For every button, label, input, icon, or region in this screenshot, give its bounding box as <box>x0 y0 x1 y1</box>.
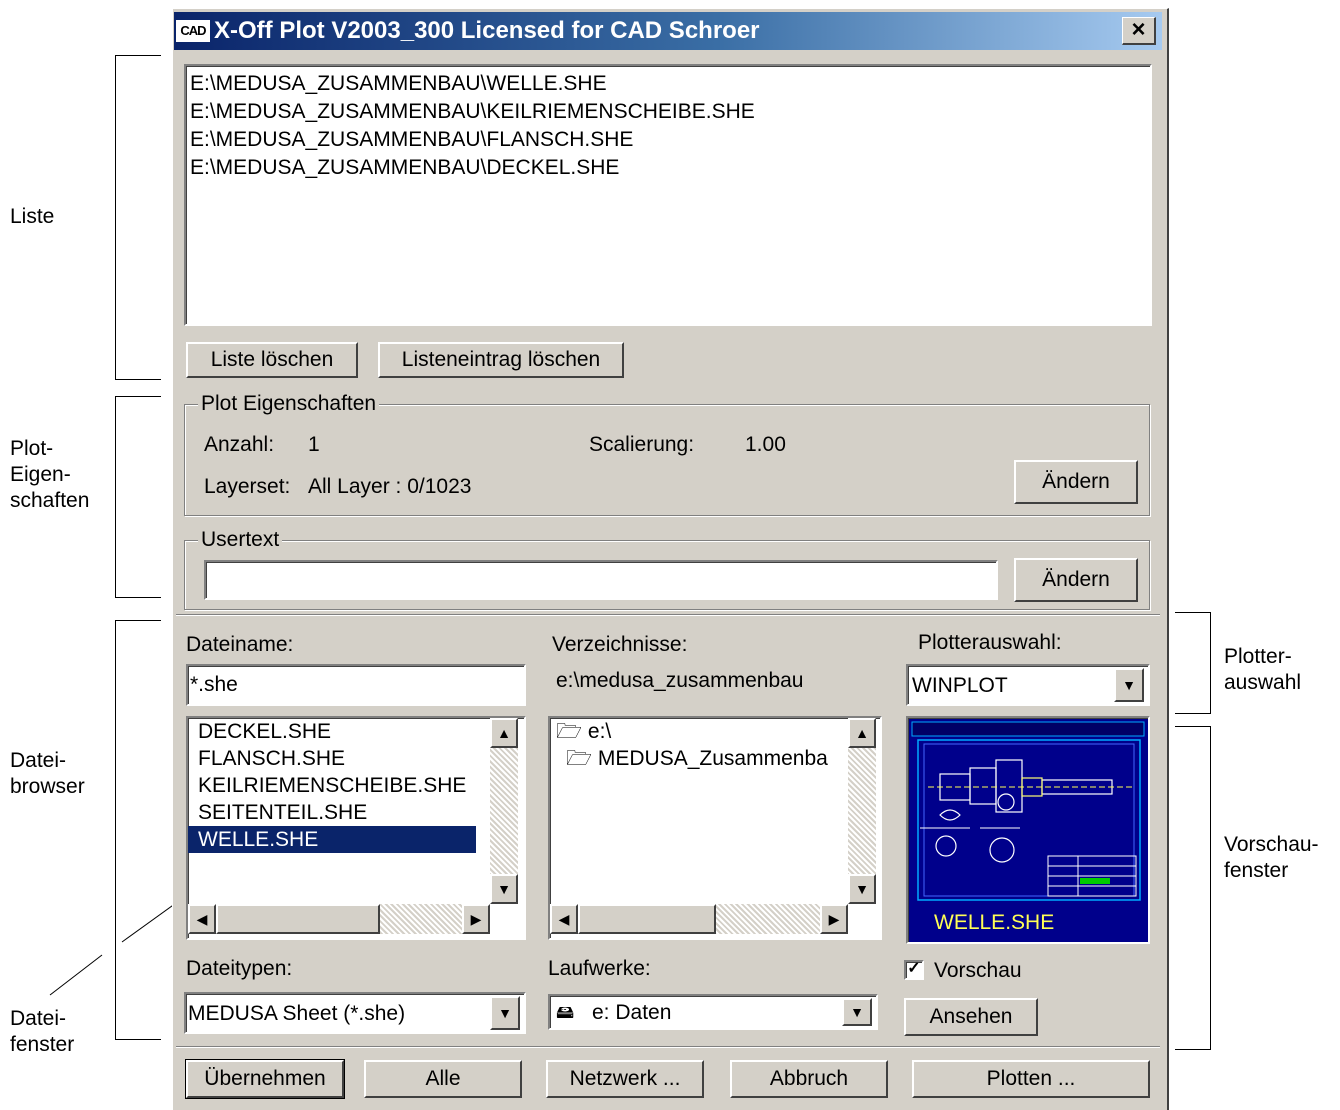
directory-list-hscroll-thumb[interactable] <box>578 904 716 934</box>
filetypes-select[interactable]: MEDUSA Sheet (*.she) ▼ <box>184 992 526 1034</box>
chevron-down-icon[interactable]: ▼ <box>1114 668 1144 702</box>
directory-list[interactable]: 🗁 e:\ 🗁 MEDUSA_Zusammenba ▲ ▼ ◀ ▶ <box>548 716 882 940</box>
plot-properties-group-label: Plot Eigenschaften <box>198 392 380 416</box>
app-icon: CAD <box>176 20 210 42</box>
directory-list-scroll-up[interactable]: ▲ <box>848 718 876 748</box>
separator <box>176 1046 1160 1048</box>
scaling-label: Scalierung: <box>589 433 695 456</box>
title-bar[interactable]: CAD X-Off Plot V2003_300 Licensed for CA… <box>174 12 1162 50</box>
file-list-scroll-right[interactable]: ▶ <box>462 904 490 934</box>
network-button[interactable]: Netzwerk ... <box>546 1060 704 1098</box>
annotation-liste: Liste <box>10 205 55 228</box>
file-item[interactable]: KEILRIEMENSCHEIBE.SHE <box>188 772 524 799</box>
file-list[interactable]: DECKEL.SHE FLANSCH.SHE KEILRIEMENSCHEIBE… <box>186 716 526 940</box>
list-item[interactable]: E:\MEDUSA_ZUSAMMENBAU\FLANSCH.SHE <box>186 126 1150 154</box>
file-list-scroll-up[interactable]: ▲ <box>490 718 518 748</box>
annotation-plot-eigenschaften: Plot- Eigen- schaften <box>10 437 90 512</box>
layerset-label: Layerset: <box>204 475 291 498</box>
close-button[interactable]: × <box>1122 17 1156 45</box>
plotter-select-value: WINPLOT <box>912 674 1008 697</box>
chevron-down-icon[interactable]: ▼ <box>842 998 872 1026</box>
directories-label: Verzeichnisse: <box>552 633 688 656</box>
plotter-select[interactable]: WINPLOT ▼ <box>906 664 1150 706</box>
file-list-hscroll-thumb[interactable] <box>216 904 380 934</box>
bracket-plotterauswahl <box>1175 612 1211 714</box>
drives-select[interactable]: 🖴 e: Daten ▼ <box>548 994 878 1030</box>
filetypes-label: Dateitypen: <box>186 957 293 980</box>
anzahl-value: 1 <box>308 433 320 456</box>
filename-input[interactable]: *.she <box>186 664 526 706</box>
drive-icon: 🖴 <box>556 1002 575 1022</box>
directory-list-scroll-down[interactable]: ▼ <box>848 874 876 904</box>
dir-item-label: MEDUSA_Zusammenba <box>597 747 828 770</box>
annotation-dateifenster: Datei- fenster <box>10 1007 75 1056</box>
separator <box>176 614 1160 616</box>
layerset-value: All Layer : 0/1023 <box>308 475 472 498</box>
annotation-plotterauswahl: Plotter- auswahl <box>1224 645 1302 694</box>
list-item[interactable]: E:\MEDUSA_ZUSAMMENBAU\KEILRIEMENSCHEIBE.… <box>186 98 1150 126</box>
scaling-value: 1.00 <box>745 433 786 456</box>
filename-label: Dateiname: <box>186 633 294 656</box>
preview-window: WELLE.SHE <box>906 716 1150 944</box>
current-directory: e:\medusa_zusammenbau <box>556 669 804 692</box>
bracket-vorschaufenster <box>1175 726 1211 1050</box>
plotter-label: Plotterauswahl: <box>918 631 1062 654</box>
preview-checkbox[interactable]: ✓ <box>904 960 924 980</box>
clear-list-button[interactable]: Liste löschen <box>186 342 358 378</box>
open-folder-icon: 🗁 <box>566 747 593 770</box>
preview-caption: WELLE.SHE <box>934 911 1055 934</box>
usertext-input[interactable] <box>204 560 998 600</box>
list-item[interactable]: E:\MEDUSA_ZUSAMMENBAU\DECKEL.SHE <box>186 154 1150 182</box>
delete-entry-button[interactable]: Listeneintrag löschen <box>378 342 624 378</box>
annotation-vorschaufenster: Vorschau- fenster <box>1224 833 1319 882</box>
file-list-scroll-down[interactable]: ▼ <box>490 874 518 904</box>
directory-list-scroll-right[interactable]: ▶ <box>820 904 848 934</box>
bracket-liste <box>115 55 161 380</box>
directory-list-scroll-left[interactable]: ◀ <box>550 904 578 934</box>
drives-select-value: e: Daten <box>592 1001 672 1024</box>
open-folder-icon: 🗁 <box>556 720 583 743</box>
dir-item-label: e:\ <box>587 720 612 743</box>
bracket-plot-eigenschaften <box>115 396 161 598</box>
file-list-scroll-left[interactable]: ◀ <box>188 904 216 934</box>
dir-item[interactable]: 🗁 MEDUSA_Zusammenba <box>550 745 880 772</box>
file-item[interactable]: DECKEL.SHE <box>188 718 524 745</box>
plot-list[interactable]: E:\MEDUSA_ZUSAMMENBAU\WELLE.SHE E:\MEDUS… <box>184 64 1152 326</box>
dir-item[interactable]: 🗁 e:\ <box>550 718 880 745</box>
view-button[interactable]: Ansehen <box>904 998 1038 1036</box>
all-button[interactable]: Alle <box>364 1060 522 1098</box>
preview-drawing <box>910 720 1146 906</box>
preview-checkbox-label[interactable]: Vorschau <box>934 958 1022 984</box>
annotation-dateibrowser: Datei- browser <box>10 749 85 798</box>
anzahl-label: Anzahl: <box>204 433 275 456</box>
usertext-group-label: Usertext <box>198 528 283 552</box>
change-properties-button[interactable]: Ändern <box>1014 460 1138 504</box>
file-item-selected[interactable]: WELLE.SHE <box>188 826 476 853</box>
list-item[interactable]: E:\MEDUSA_ZUSAMMENBAU\WELLE.SHE <box>186 70 1150 98</box>
plot-button[interactable]: Plotten ... <box>912 1060 1150 1098</box>
cancel-button[interactable]: Abbruch <box>730 1060 888 1098</box>
window-title: X-Off Plot V2003_300 Licensed for CAD Sc… <box>214 17 760 44</box>
change-usertext-button[interactable]: Ändern <box>1014 558 1138 602</box>
chevron-down-icon[interactable]: ▼ <box>490 996 520 1030</box>
filetypes-select-value: MEDUSA Sheet (*.she) <box>188 1002 406 1025</box>
drives-label: Laufwerke: <box>548 957 651 980</box>
apply-button[interactable]: Übernehmen <box>185 1059 345 1099</box>
file-item[interactable]: FLANSCH.SHE <box>188 745 524 772</box>
file-item[interactable]: SEITENTEIL.SHE <box>188 799 524 826</box>
